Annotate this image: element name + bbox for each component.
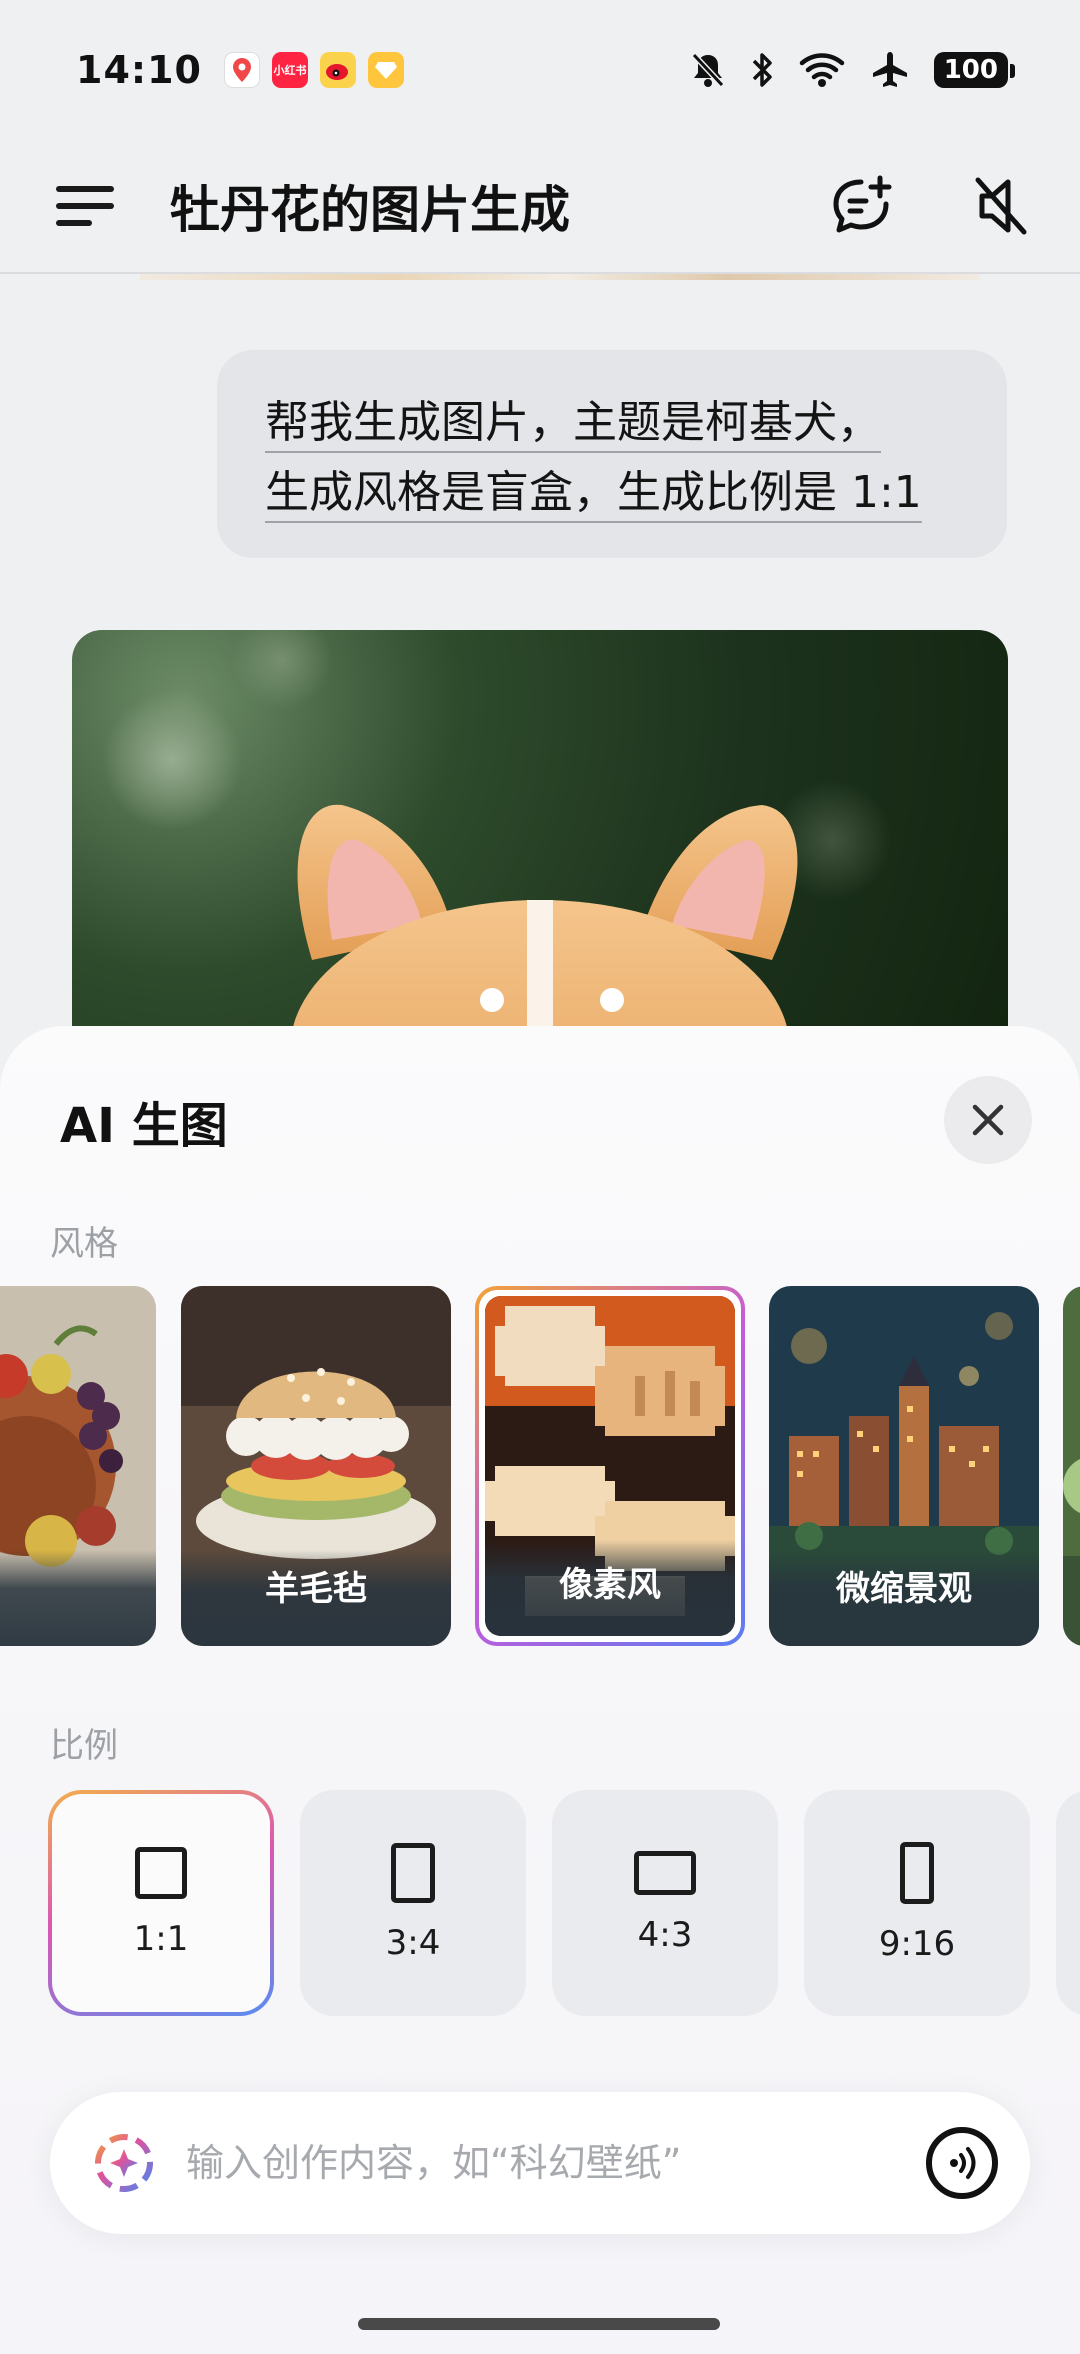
home-indicator[interactable] [358, 2318, 720, 2330]
ratio-option-more[interactable] [1056, 1790, 1080, 2016]
next-style-thumbnail [1063, 1286, 1080, 1646]
page-title: 牡丹花的图片生成 [170, 181, 570, 239]
square-ratio-icon [135, 1847, 187, 1899]
previous-image-edge [140, 274, 980, 280]
bell-off-icon [691, 52, 724, 88]
bluetooth-icon [752, 53, 772, 87]
tall-ratio-icon [900, 1842, 934, 1904]
pixel-card-inner: 像素风 [485, 1296, 735, 1636]
user-message-bubble[interactable]: 帮我生成图片，主题是柯基犬， 生成风格是盲盒，生成比例是 1:1 [217, 350, 1007, 558]
voice-wave-icon [950, 2147, 976, 2179]
corgi-toy-illustration [102, 630, 892, 1090]
ratio-options: 1:1 3:4 4:3 9:16 [0, 1790, 1080, 2020]
style-section-label: 风格 [50, 1224, 118, 1264]
header-actions [828, 174, 1030, 238]
style-card-painting[interactable]: 画风 [0, 1286, 156, 1646]
new-chat-button[interactable] [828, 174, 894, 238]
style-card-felt[interactable]: 羊毛毡 [181, 1286, 451, 1646]
ratio-option-9-16[interactable]: 9:16 [804, 1790, 1030, 2016]
xiaohongshu-logo-text: 小红书 [273, 64, 307, 77]
ratio-option-4-3[interactable]: 4:3 [552, 1790, 778, 2016]
user-message-line: 生成风格是盲盒，生成比例是 1:1 [265, 467, 922, 518]
portrait-ratio-icon [391, 1843, 435, 1903]
close-icon [972, 1104, 1004, 1136]
ai-sparkle-icon [95, 2134, 153, 2192]
sheet-title: AI 生图 [60, 1098, 228, 1154]
style-card-pixel-selected[interactable]: 像素风 [475, 1286, 745, 1646]
wifi-icon [799, 53, 844, 87]
style-carousel[interactable]: 画风 羊毛毡 [0, 1286, 1080, 1646]
xiaohongshu-app-icon: 小红书 [271, 52, 308, 88]
style-label-band [0, 1550, 156, 1646]
menu-line-icon [56, 203, 114, 209]
status-time: 14:10 [76, 48, 202, 92]
menu-line-icon [56, 186, 114, 192]
generated-image-corgi[interactable] [72, 630, 1008, 1090]
weibo-app-icon [319, 52, 356, 88]
style-card-label: 像素风 [559, 1565, 661, 1605]
ratio-option-3-4[interactable]: 3:4 [300, 1790, 526, 2016]
battery-indicator: 100 [933, 52, 1016, 88]
prompt-input[interactable] [186, 2141, 926, 2185]
close-button[interactable] [944, 1076, 1032, 1164]
user-message-line: 帮我生成图片，主题是柯基犬， [265, 397, 881, 448]
ratio-label: 1:1 [133, 1919, 189, 1959]
style-card-next[interactable] [1063, 1286, 1080, 1646]
status-bar: 14:10 小红书 100 [0, 0, 1080, 140]
ratio-option-1-1[interactable]: 1:1 [48, 1790, 274, 2016]
ai-image-sheet: AI 生图 风格 画风 [0, 1026, 1080, 2354]
style-card-label: 微缩景观 [836, 1569, 972, 1609]
ratio-section-label: 比例 [50, 1726, 118, 1766]
diamond-app-icon [367, 52, 404, 88]
mute-speaker-button[interactable] [972, 174, 1030, 238]
voice-input-button[interactable] [926, 2127, 998, 2199]
style-card-miniature[interactable]: 微缩景观 [769, 1286, 1039, 1646]
notification-app-icons: 小红书 [223, 52, 404, 88]
ratio-label: 4:3 [637, 1915, 693, 1955]
menu-button[interactable] [56, 181, 114, 231]
ratio-label: 3:4 [385, 1923, 441, 1963]
menu-line-icon [56, 220, 92, 226]
landscape-ratio-icon [634, 1851, 696, 1895]
status-right-group: 100 [690, 50, 1016, 90]
prompt-input-bar [50, 2092, 1030, 2234]
ratio-label: 9:16 [878, 1924, 956, 1964]
airplane-mode-icon [872, 52, 907, 87]
app-header: 牡丹花的图片生成 [0, 140, 1080, 274]
style-card-label: 羊毛毡 [265, 1569, 367, 1609]
location-pin-app-icon [223, 52, 260, 88]
